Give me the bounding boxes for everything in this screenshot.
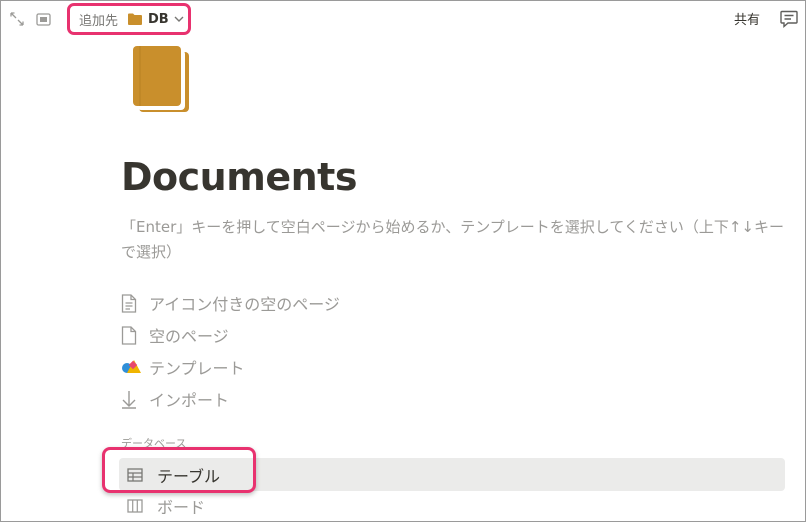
page-hint-text: 「Enter」キーを押して空白ページから始めるか、テンプレートを選択してください… (121, 218, 785, 261)
add-to-label: 追加先 (79, 13, 119, 29)
add-to-database-selector[interactable]: 追加先 DB (67, 3, 191, 35)
top-bar: 追加先 DB 共有 (1, 1, 805, 37)
option-empty-page-with-icon[interactable]: アイコン付きの空のページ (121, 288, 340, 318)
option-label: 空のページ (149, 327, 229, 346)
option-empty-page[interactable]: 空のページ (121, 320, 229, 350)
page-title[interactable]: Documents (121, 155, 357, 199)
app-window: 追加先 DB 共有 Documents 「Enter」キーを押して空白ページから… (0, 0, 806, 522)
option-template[interactable]: テンプレート (121, 352, 245, 382)
document-lines-icon (121, 292, 149, 314)
option-import[interactable]: インポート (121, 384, 229, 414)
side-panel-icon[interactable] (34, 10, 52, 28)
option-label: アイコン付きの空のページ (149, 295, 340, 314)
chevron-down-icon (174, 16, 184, 23)
share-button[interactable]: 共有 (734, 9, 760, 28)
book-icon[interactable] (133, 46, 189, 112)
board-icon (127, 495, 157, 517)
add-to-db-name: DB (148, 11, 169, 27)
database-option-label: ボード (157, 498, 206, 517)
option-label: テンプレート (149, 359, 245, 378)
expand-icon[interactable] (8, 10, 26, 28)
comment-icon[interactable] (779, 9, 799, 29)
database-option-board[interactable]: ボード (127, 491, 205, 521)
document-icon (121, 324, 149, 346)
folder-icon (128, 13, 143, 25)
download-arrow-icon (121, 388, 149, 410)
option-label: インポート (149, 391, 230, 410)
template-shapes-icon (121, 356, 149, 378)
highlight-annotation (102, 447, 256, 493)
